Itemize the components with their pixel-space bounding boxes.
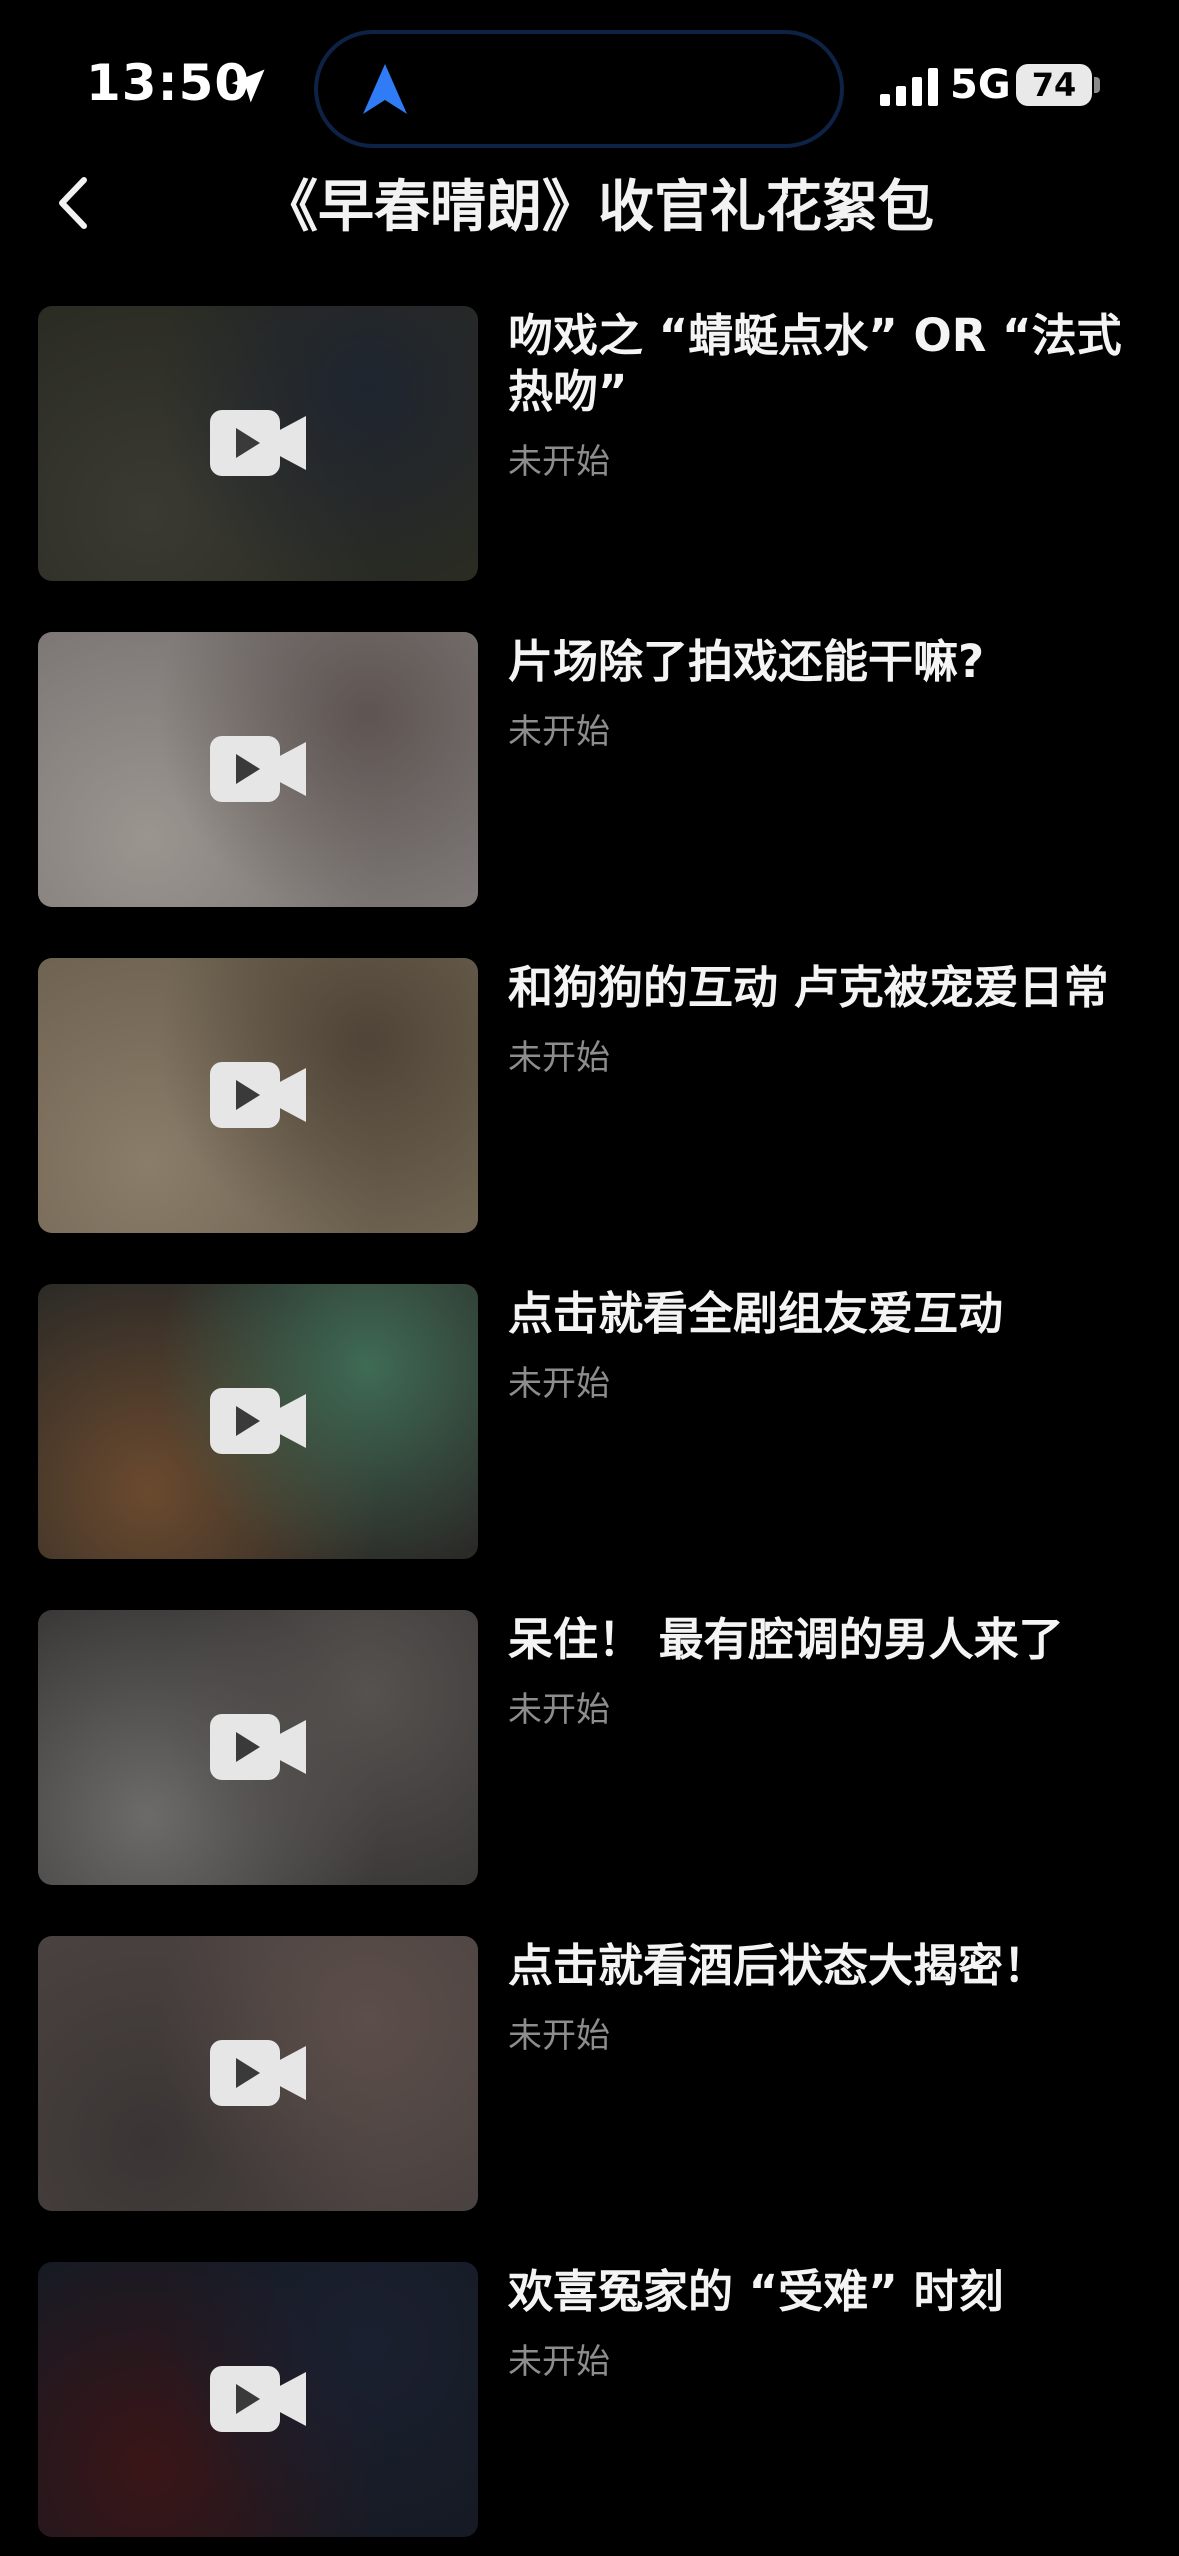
video-status: 未开始	[508, 1690, 610, 1730]
video-thumbnail[interactable]	[38, 632, 478, 907]
video-thumbnail[interactable]	[38, 1610, 478, 1885]
video-thumbnail[interactable]	[38, 306, 478, 581]
battery-icon: 74	[1016, 64, 1092, 106]
signal-bars-icon	[880, 68, 938, 106]
video-camera-icon	[210, 1388, 306, 1454]
video-title: 点击就看全剧组友爱互动	[508, 1287, 1004, 1340]
dynamic-island[interactable]	[314, 30, 844, 148]
network-type: 5G	[950, 62, 1011, 108]
video-title: 片场除了拍戏还能干嘛?	[508, 635, 985, 688]
video-camera-icon	[210, 2040, 306, 2106]
page-title: 《早春晴朗》收官礼花絮包	[262, 175, 934, 240]
video-thumbnail[interactable]	[38, 958, 478, 1233]
video-status: 未开始	[508, 1038, 610, 1078]
video-list-item[interactable]: 点击就看酒后状态大揭密！ 未开始	[0, 1936, 1179, 2211]
video-status: 未开始	[508, 442, 610, 482]
back-button[interactable]	[40, 168, 110, 238]
video-list-item[interactable]: 和狗狗的互动 卢克被宠爱日常未开始	[0, 958, 1179, 1233]
video-title: 呆住！ 最有腔调的男人来了	[508, 1613, 1064, 1666]
video-camera-icon	[210, 2366, 306, 2432]
video-list-item[interactable]: 吻戏之 “蜻蜓点水” OR “法式热吻” 未开始	[0, 306, 1179, 581]
video-status: 未开始	[508, 1364, 610, 1404]
navigation-arrow-icon	[363, 64, 407, 114]
status-bar: 13:50 5G 74	[0, 0, 1179, 160]
video-status: 未开始	[508, 712, 610, 752]
video-camera-icon	[210, 1714, 306, 1780]
video-title: 欢喜冤家的 “受难” 时刻	[508, 2265, 1004, 2318]
header: 《早春晴朗》收官礼花絮包	[0, 150, 1179, 250]
video-title: 点击就看酒后状态大揭密！	[508, 1939, 1049, 1992]
video-list-item[interactable]: 片场除了拍戏还能干嘛? 未开始	[0, 632, 1179, 907]
video-title: 吻戏之 “蜻蜓点水” OR “法式热吻”	[508, 309, 1122, 418]
location-arrow-icon	[231, 69, 265, 103]
battery-nub	[1094, 77, 1100, 93]
video-camera-icon	[210, 1062, 306, 1128]
video-thumbnail[interactable]	[38, 1284, 478, 1559]
video-thumbnail[interactable]	[38, 2262, 478, 2537]
video-thumbnail[interactable]	[38, 1936, 478, 2211]
video-camera-icon	[210, 736, 306, 802]
video-list-item[interactable]: 呆住！ 最有腔调的男人来了未开始	[0, 1610, 1179, 1885]
video-status: 未开始	[508, 2016, 610, 2056]
video-list-item[interactable]: 点击就看全剧组友爱互动未开始	[0, 1284, 1179, 1559]
video-camera-icon	[210, 410, 306, 476]
video-title: 和狗狗的互动 卢克被宠爱日常	[508, 961, 1109, 1014]
video-status: 未开始	[508, 2342, 610, 2382]
video-list-item[interactable]: 欢喜冤家的 “受难” 时刻未开始	[0, 2262, 1179, 2537]
